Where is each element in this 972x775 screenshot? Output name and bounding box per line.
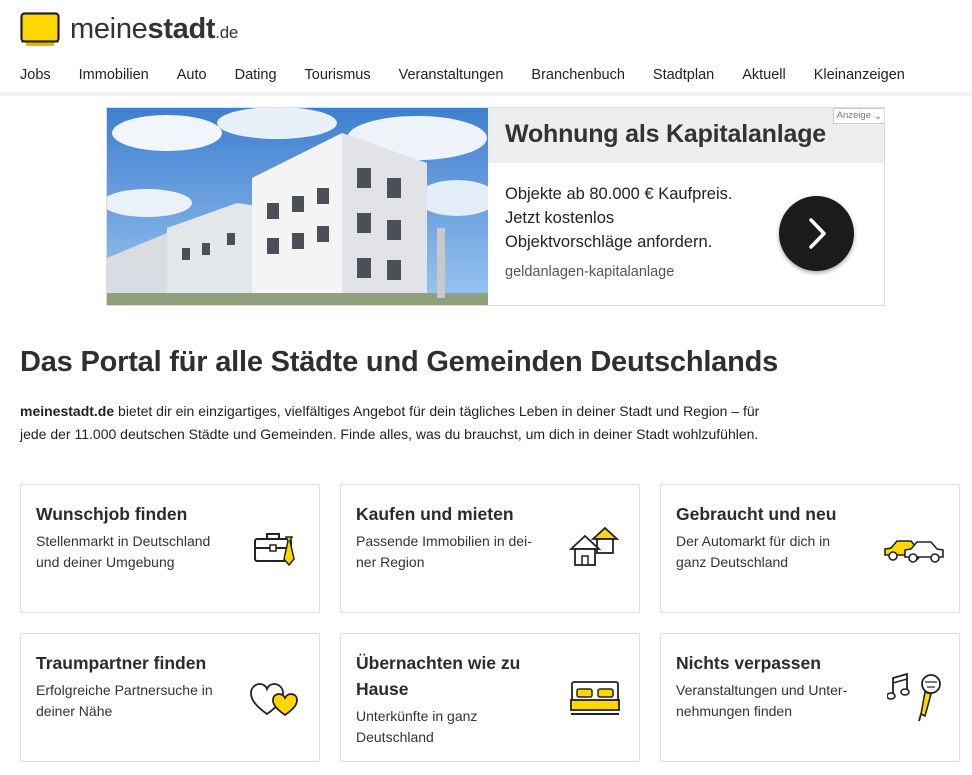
card-events[interactable]: Nichts verpassen Veranstaltungen und Unt… [660, 633, 960, 762]
card-description: Stellenmarkt in Deutschland und deiner Um… [36, 533, 211, 570]
card-title: Traumpartner finden [36, 653, 207, 673]
nav-auto[interactable]: Auto [177, 67, 207, 83]
card-description: Veranstaltungen und Unter-nehmungen find… [676, 682, 848, 719]
ad-description: Objekte ab 80.000 € Kaufpreis. Jetzt kos… [505, 185, 733, 251]
ad-source-label: geldanlagen-kapitalanlage [505, 264, 675, 280]
nav-dating[interactable]: Dating [235, 67, 277, 83]
houses-icon [569, 526, 620, 566]
intro-brand: meinestadt.de [20, 403, 115, 419]
ad-building-image [107, 108, 497, 305]
nav-veranstaltungen[interactable]: Veranstaltungen [399, 67, 504, 83]
nav-kleinanzeigen[interactable]: Kleinanzeigen [814, 67, 905, 83]
logo-sign-icon [20, 12, 60, 48]
logo-wordmark: meinestadt.de [70, 13, 239, 45]
ad-next-button[interactable] [779, 196, 854, 271]
ad-banner[interactable]: Wohnung als Kapitalanlage Anzeige ⌄ Obje… [106, 107, 885, 306]
site-header: meinestadt.de Jobs Immobilien Auto Datin… [0, 0, 972, 96]
music-microphone-icon [887, 672, 941, 722]
card-title: Gebraucht und neu [676, 504, 837, 524]
ad-title: Wohnung als Kapitalanlage [505, 120, 826, 148]
cars-icon [884, 540, 944, 563]
card-description: Passende Immobilien in dei-ner Region [356, 533, 532, 570]
card-title: Wunschjob finden [36, 504, 188, 524]
card-accommodation[interactable]: Übernachten wie zu Hause Unterkünfte in g… [340, 633, 640, 762]
card-title: Übernachten wie zu Hause [356, 653, 521, 699]
nav-stadtplan[interactable]: Stadtplan [653, 67, 714, 83]
briefcase-icon [254, 533, 295, 567]
card-title: Kaufen und mieten [356, 504, 514, 524]
card-title: Nichts verpassen [676, 653, 821, 673]
chevron-down-icon: ⌄ [874, 111, 882, 121]
site-logo[interactable]: meinestadt.de [20, 12, 238, 48]
nav-jobs[interactable]: Jobs [20, 67, 51, 83]
card-dating[interactable]: Traumpartner finden Erfolgreiche Partner… [20, 633, 320, 762]
main-navigation: Jobs Immobilien Auto Dating Tourismus Ve… [20, 67, 905, 83]
card-real-estate[interactable]: Kaufen und mieten Passende Immobilien in… [340, 484, 640, 613]
page-title: Das Portal für alle Städte und Gemeinden… [20, 346, 779, 378]
hearts-icon [250, 683, 298, 717]
bed-icon [570, 681, 620, 715]
card-jobs[interactable]: Wunschjob finden Stellenmarkt in Deutsch… [20, 484, 320, 613]
chevron-right-icon [809, 218, 826, 249]
card-description: Unterkünfte in ganz Deutschland [356, 708, 478, 745]
nav-immobilien[interactable]: Immobilien [79, 67, 149, 83]
nav-branchenbuch[interactable]: Branchenbuch [531, 67, 625, 83]
card-description: Erfolgreiche Partnersuche in deiner Nähe [36, 682, 213, 719]
ad-label-badge[interactable]: Anzeige ⌄ [832, 108, 884, 124]
card-description: Der Automarkt für dich in ganz Deutschlan… [676, 533, 831, 570]
intro-text: meinestadt.de bietet dir ein einzigartig… [20, 403, 760, 442]
nav-tourismus[interactable]: Tourismus [305, 67, 371, 83]
card-cars[interactable]: Gebraucht und neu Der Automarkt für dich… [660, 484, 960, 613]
ad-title-bar: Wohnung als Kapitalanlage Anzeige ⌄ [488, 108, 884, 163]
nav-aktuell[interactable]: Aktuell [742, 67, 786, 83]
